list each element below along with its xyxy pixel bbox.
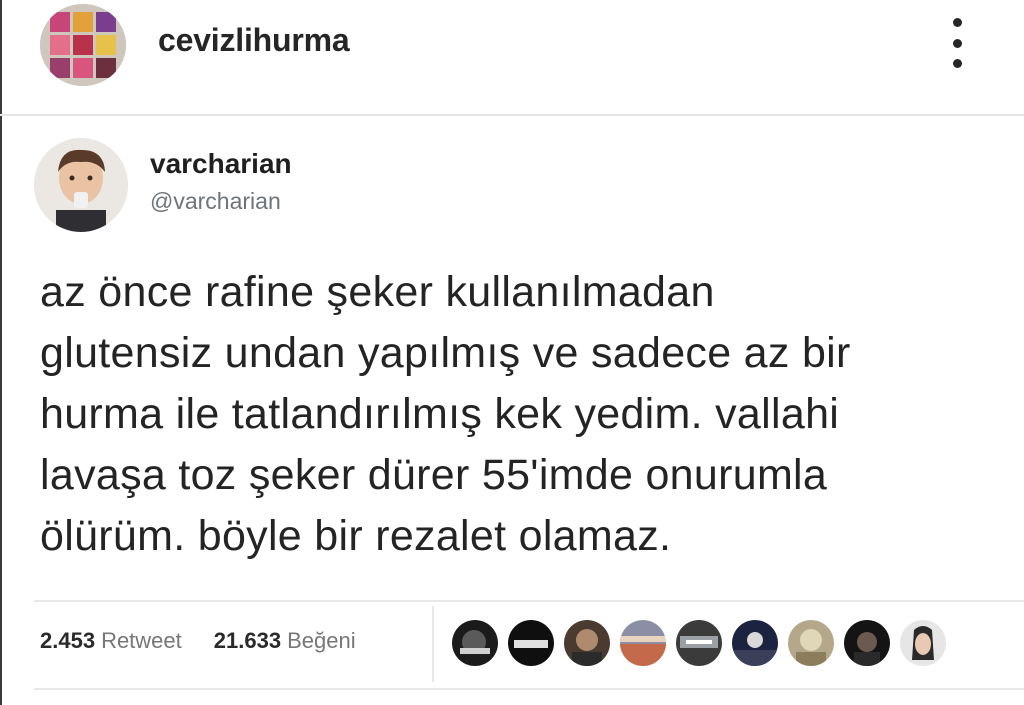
retweet-count: 2.453 — [40, 628, 96, 653]
liker-avatar — [844, 620, 890, 666]
tweet-display-name: varcharian — [150, 148, 292, 179]
liker-avatar — [508, 620, 554, 666]
like-count: 21.633 — [213, 628, 282, 653]
tweet-stats: 2.453 Retweet 21.633 Beğeni — [40, 628, 356, 654]
divider — [34, 600, 1024, 602]
tweet-handle: @varcharian — [150, 188, 281, 214]
ellipsis-vertical-icon[interactable] — [942, 18, 972, 68]
post-username[interactable]: cevizlihurma — [158, 22, 350, 59]
retweet-label: Retweet — [101, 628, 182, 653]
liker-avatars — [452, 620, 946, 666]
more-dot — [952, 38, 962, 48]
like-label: Beğeni — [287, 628, 356, 653]
more-dot — [952, 18, 962, 27]
tweet-author-avatar — [34, 138, 128, 232]
liker-avatar — [620, 620, 666, 666]
liker-avatar — [732, 620, 778, 666]
stats-separator — [432, 606, 434, 682]
more-dot — [952, 59, 962, 68]
post-header: cevizlihurma — [0, 0, 1024, 116]
liker-avatar — [676, 620, 722, 666]
liker-avatar — [900, 620, 946, 666]
divider — [34, 688, 1024, 690]
liker-avatar — [564, 620, 610, 666]
profile-avatar[interactable] — [40, 4, 126, 86]
liker-avatar — [452, 620, 498, 666]
tweet-text: az önce rafine şeker kullanılmadan glute… — [40, 268, 851, 560]
liker-avatar — [788, 620, 834, 666]
